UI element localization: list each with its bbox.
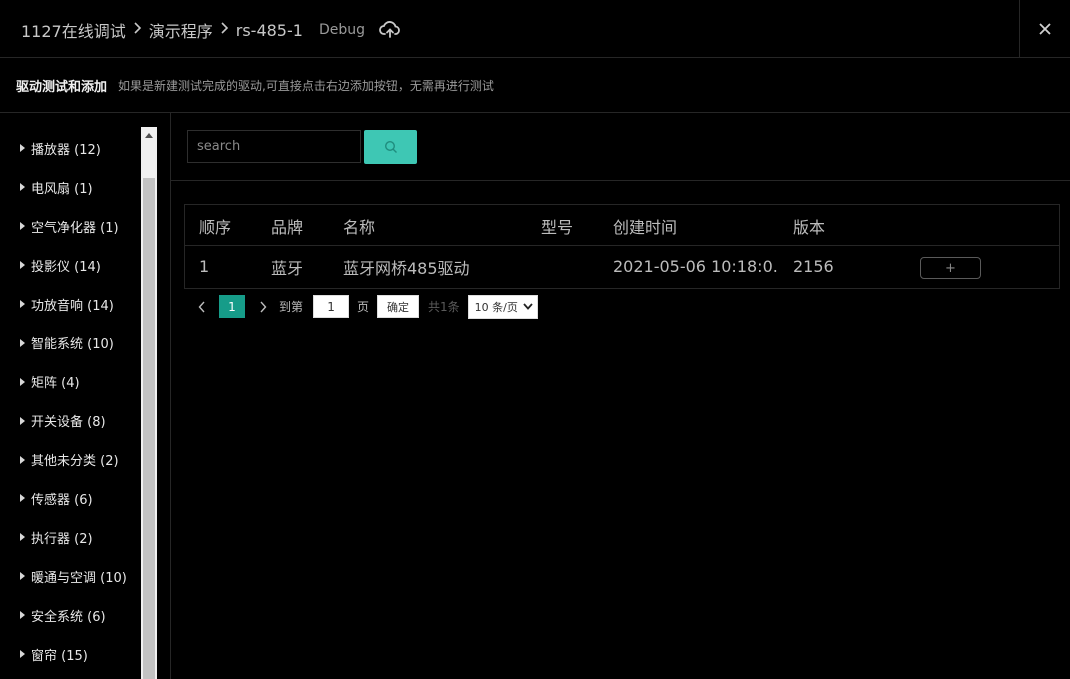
breadcrumb: 1127在线调试 演示程序 rs-485-1 Debug: [21, 18, 401, 42]
category-item[interactable]: 其他未分类 (2): [0, 440, 140, 479]
page-size-select[interactable]: 10 条/页: [467, 294, 538, 319]
caret-right-icon: [20, 416, 25, 425]
chevron-right-icon: [220, 21, 229, 39]
breadcrumb-item-project[interactable]: 1127在线调试: [21, 18, 126, 42]
table-header: 顺序 品牌 名称 型号 创建时间 版本: [185, 205, 1059, 246]
scroll-up-button[interactable]: [141, 127, 157, 144]
breadcrumb-item-program[interactable]: 演示程序: [149, 18, 213, 42]
category-item[interactable]: 播放器 (12): [0, 129, 140, 168]
category-label: 矩阵 (4): [31, 376, 80, 392]
cell-model: [541, 246, 601, 287]
main-panel: 顺序 品牌 名称 型号 创建时间 版本 1 蓝牙 蓝牙网桥485驱动 2021-…: [171, 113, 1070, 679]
goto-page-input[interactable]: [313, 295, 350, 318]
caret-right-icon: [20, 144, 25, 153]
category-list: 播放器 (12) 电风扇 (1) 空气净化器 (1) 投影仪 (14) 功放音响…: [0, 129, 140, 673]
caret-right-icon: [20, 222, 25, 231]
category-item[interactable]: 电风扇 (1): [0, 168, 140, 207]
column-header-model: 型号: [541, 217, 574, 237]
column-header-order: 顺序: [199, 217, 232, 237]
category-label: 执行器 (2): [31, 531, 93, 547]
category-sidebar: 播放器 (12) 电风扇 (1) 空气净化器 (1) 投影仪 (14) 功放音响…: [0, 113, 171, 679]
category-label: 其他未分类 (2): [31, 454, 119, 470]
cell-created: 2021-05-06 10:18:0...: [613, 257, 779, 276]
chevron-left-icon: [198, 301, 205, 312]
search-icon: [384, 140, 397, 153]
category-item[interactable]: 窗帘 (15): [0, 635, 140, 674]
category-item[interactable]: 开关设备 (8): [0, 401, 140, 440]
category-label: 投影仪 (14): [31, 259, 101, 275]
category-item[interactable]: 暖通与空调 (10): [0, 557, 140, 596]
cell-name: 蓝牙网桥485驱动: [343, 258, 470, 278]
category-item[interactable]: 矩阵 (4): [0, 362, 140, 401]
caret-right-icon: [20, 572, 25, 581]
top-bar: 1127在线调试 演示程序 rs-485-1 Debug: [0, 0, 1070, 58]
page-unit-label: 页: [357, 300, 370, 314]
category-label: 空气净化器 (1): [31, 220, 119, 236]
caret-up-icon: [145, 133, 153, 138]
caret-right-icon: [20, 533, 25, 542]
caret-right-icon: [20, 261, 25, 270]
search-bar: [171, 113, 1070, 181]
chevron-right-icon: [133, 21, 142, 39]
section-title: 驱动测试和添加: [16, 79, 108, 95]
caret-right-icon: [20, 338, 25, 347]
category-item[interactable]: 功放音响 (14): [0, 285, 140, 324]
category-label: 安全系统 (6): [31, 609, 106, 625]
close-icon: [1039, 23, 1051, 35]
page-number-current[interactable]: 1: [219, 295, 245, 318]
caret-right-icon: [20, 455, 25, 464]
category-item[interactable]: 空气净化器 (1): [0, 207, 140, 246]
category-label: 暖通与空调 (10): [31, 570, 127, 586]
cell-version: 2156: [793, 257, 834, 276]
mode-label: Debug: [318, 22, 365, 38]
prev-page-button[interactable]: [195, 294, 209, 319]
column-header-created: 创建时间: [613, 217, 678, 237]
category-label: 播放器 (12): [31, 142, 101, 158]
chevron-down-icon: [522, 303, 533, 310]
caret-right-icon: [20, 183, 25, 192]
column-header-version: 版本: [793, 217, 826, 237]
category-label: 智能系统 (10): [31, 337, 114, 353]
sidebar-scrollbar[interactable]: [141, 127, 157, 679]
breadcrumb-item-device[interactable]: rs-485-1: [236, 21, 303, 40]
search-input[interactable]: [187, 130, 361, 163]
section-header: 驱动测试和添加 如果是新建测试完成的驱动,可直接点击右边添加按钮，无需再进行测试: [0, 58, 1070, 113]
caret-right-icon: [20, 494, 25, 503]
category-item[interactable]: 执行器 (2): [0, 518, 140, 557]
caret-right-icon: [20, 300, 25, 308]
chevron-right-icon: [260, 301, 267, 312]
category-item[interactable]: 传感器 (6): [0, 479, 140, 518]
caret-right-icon: [20, 650, 25, 659]
caret-right-icon: [20, 611, 25, 620]
driver-table: 顺序 品牌 名称 型号 创建时间 版本 1 蓝牙 蓝牙网桥485驱动 2021-…: [184, 204, 1060, 289]
category-item[interactable]: 投影仪 (14): [0, 246, 140, 285]
search-button[interactable]: [364, 130, 417, 164]
category-label: 电风扇 (1): [31, 181, 93, 197]
next-page-button[interactable]: [256, 294, 270, 319]
category-item[interactable]: 安全系统 (6): [0, 596, 140, 635]
page-size-value: 10 条/页: [474, 300, 518, 314]
goto-confirm-button[interactable]: 确定: [377, 295, 420, 318]
caret-right-icon: [20, 377, 25, 386]
category-item[interactable]: 智能系统 (10): [0, 323, 140, 362]
total-count: 共1条: [428, 300, 460, 314]
cloud-upload-icon[interactable]: [379, 20, 401, 40]
section-hint: 如果是新建测试完成的驱动,可直接点击右边添加按钮，无需再进行测试: [118, 78, 494, 93]
goto-label: 到第: [279, 300, 304, 314]
column-header-name: 名称: [343, 217, 376, 237]
category-label: 传感器 (6): [31, 492, 93, 508]
category-label: 窗帘 (15): [31, 648, 88, 664]
cell-order: 1: [199, 257, 210, 276]
close-button[interactable]: [1019, 0, 1070, 58]
category-label: 功放音响 (14): [31, 298, 114, 314]
add-driver-button[interactable]: +: [920, 257, 981, 279]
table-row: 1 蓝牙 蓝牙网桥485驱动 2021-05-06 10:18:0... 215…: [185, 246, 1059, 287]
column-header-brand: 品牌: [271, 217, 304, 237]
pagination: 1 到第 页 确定 共1条 10 条/页: [195, 294, 538, 319]
cell-brand: 蓝牙: [271, 258, 304, 278]
category-label: 开关设备 (8): [31, 415, 106, 431]
scrollbar-thumb[interactable]: [143, 178, 155, 679]
